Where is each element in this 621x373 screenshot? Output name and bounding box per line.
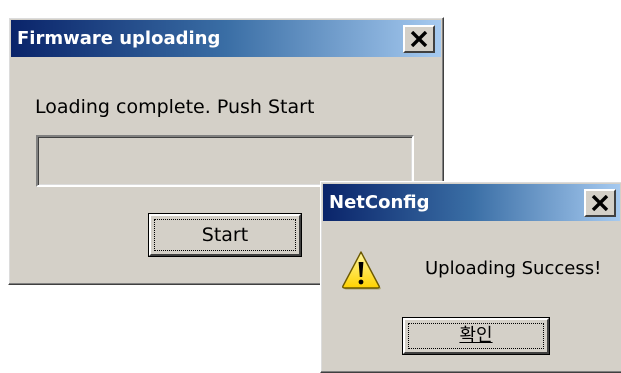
netconfig-dialog-titlebar[interactable]: NetConfig (323, 184, 620, 221)
upload-progress-bar (36, 135, 414, 187)
close-icon (410, 31, 428, 47)
firmware-dialog-titlebar[interactable]: Firmware uploading (11, 20, 441, 57)
start-button-label: Start (201, 224, 249, 246)
firmware-status-message: Loading complete. Push Start (35, 96, 315, 118)
start-button[interactable]: Start (149, 214, 301, 256)
firmware-dialog-title: Firmware uploading (17, 28, 221, 49)
netconfig-dialog: NetConfig Uploading Success! 확인 (320, 181, 621, 373)
netconfig-dialog-close-button[interactable] (584, 189, 616, 217)
ok-button-label: 확인 (459, 325, 493, 346)
firmware-dialog-close-button[interactable] (403, 25, 435, 53)
netconfig-dialog-title: NetConfig (329, 192, 430, 213)
ok-button[interactable]: 확인 (403, 318, 549, 354)
warning-icon (342, 251, 381, 290)
close-icon (591, 195, 609, 211)
upload-success-message: Uploading Success! (425, 258, 602, 279)
